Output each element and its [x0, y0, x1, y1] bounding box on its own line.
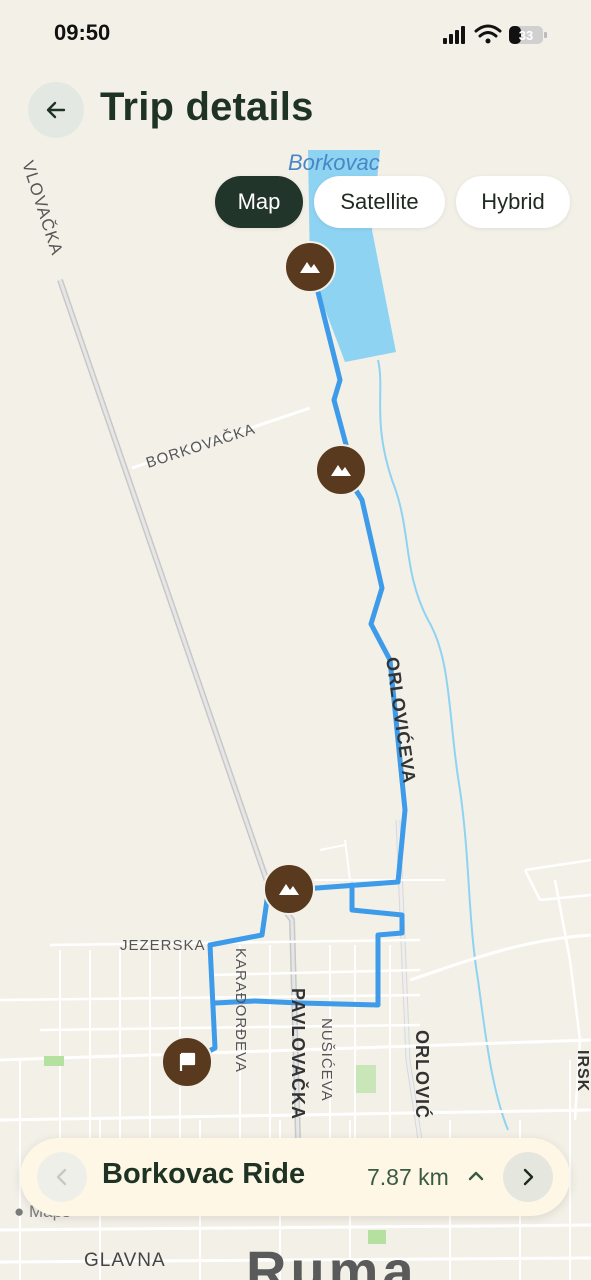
trip-distance: 7.87 km	[367, 1164, 449, 1190]
back-button[interactable]	[28, 82, 84, 138]
page-title: Trip details	[100, 85, 314, 129]
header: Trip details	[0, 70, 591, 150]
status-time: 09:50	[54, 20, 111, 45]
street-label-pavlovacka: PAVLOVAČKA	[288, 988, 309, 1120]
battery-icon: 33	[509, 26, 547, 44]
map-mode-satellite-button[interactable]: Satellite	[314, 176, 445, 228]
next-trip-button[interactable]	[503, 1152, 553, 1202]
previous-trip-button[interactable]	[37, 1152, 87, 1202]
waypoint-marker[interactable]	[315, 444, 367, 496]
map-mode-hybrid-button[interactable]: Hybrid	[456, 176, 570, 228]
chevron-left-icon	[56, 1168, 67, 1186]
place-label-borkovac: Borkovac	[288, 150, 380, 175]
status-icons: 33	[443, 24, 547, 44]
park	[356, 1065, 376, 1093]
arrow-left-icon	[46, 101, 66, 119]
status-bar: 09:50 33	[0, 0, 591, 70]
place-label-ruma: Ruma	[246, 1239, 418, 1280]
street-label-orlovic: ORLOVIĆ	[412, 1030, 433, 1119]
street-label-nusiceva: NUŠIĆEVA	[318, 1018, 335, 1102]
street-label-irsk: IRSK	[574, 1050, 591, 1092]
cellular-signal-icon	[443, 26, 465, 44]
street-label-glavna: GLAVNA	[84, 1250, 166, 1271]
map-mode-map-button[interactable]: Map	[215, 176, 303, 228]
chevron-right-icon	[523, 1168, 534, 1186]
chevron-up-icon[interactable]	[466, 1166, 486, 1186]
waypoint-marker[interactable]	[284, 241, 336, 293]
street-label-jezerska: JEZERSKA	[120, 937, 206, 954]
finish-marker[interactable]	[161, 1036, 213, 1088]
trip-card[interactable]: Borkovac Ride 7.87 km	[20, 1138, 570, 1216]
apple-logo-icon: ●	[14, 1202, 25, 1221]
trip-name: Borkovac Ride	[102, 1158, 306, 1190]
street-label-karadjordjeva: KARAĐORĐEVA	[232, 948, 249, 1073]
battery-level: 33	[519, 28, 533, 43]
waypoint-marker[interactable]	[263, 863, 315, 915]
wifi-icon	[474, 24, 502, 44]
park	[44, 1056, 64, 1066]
